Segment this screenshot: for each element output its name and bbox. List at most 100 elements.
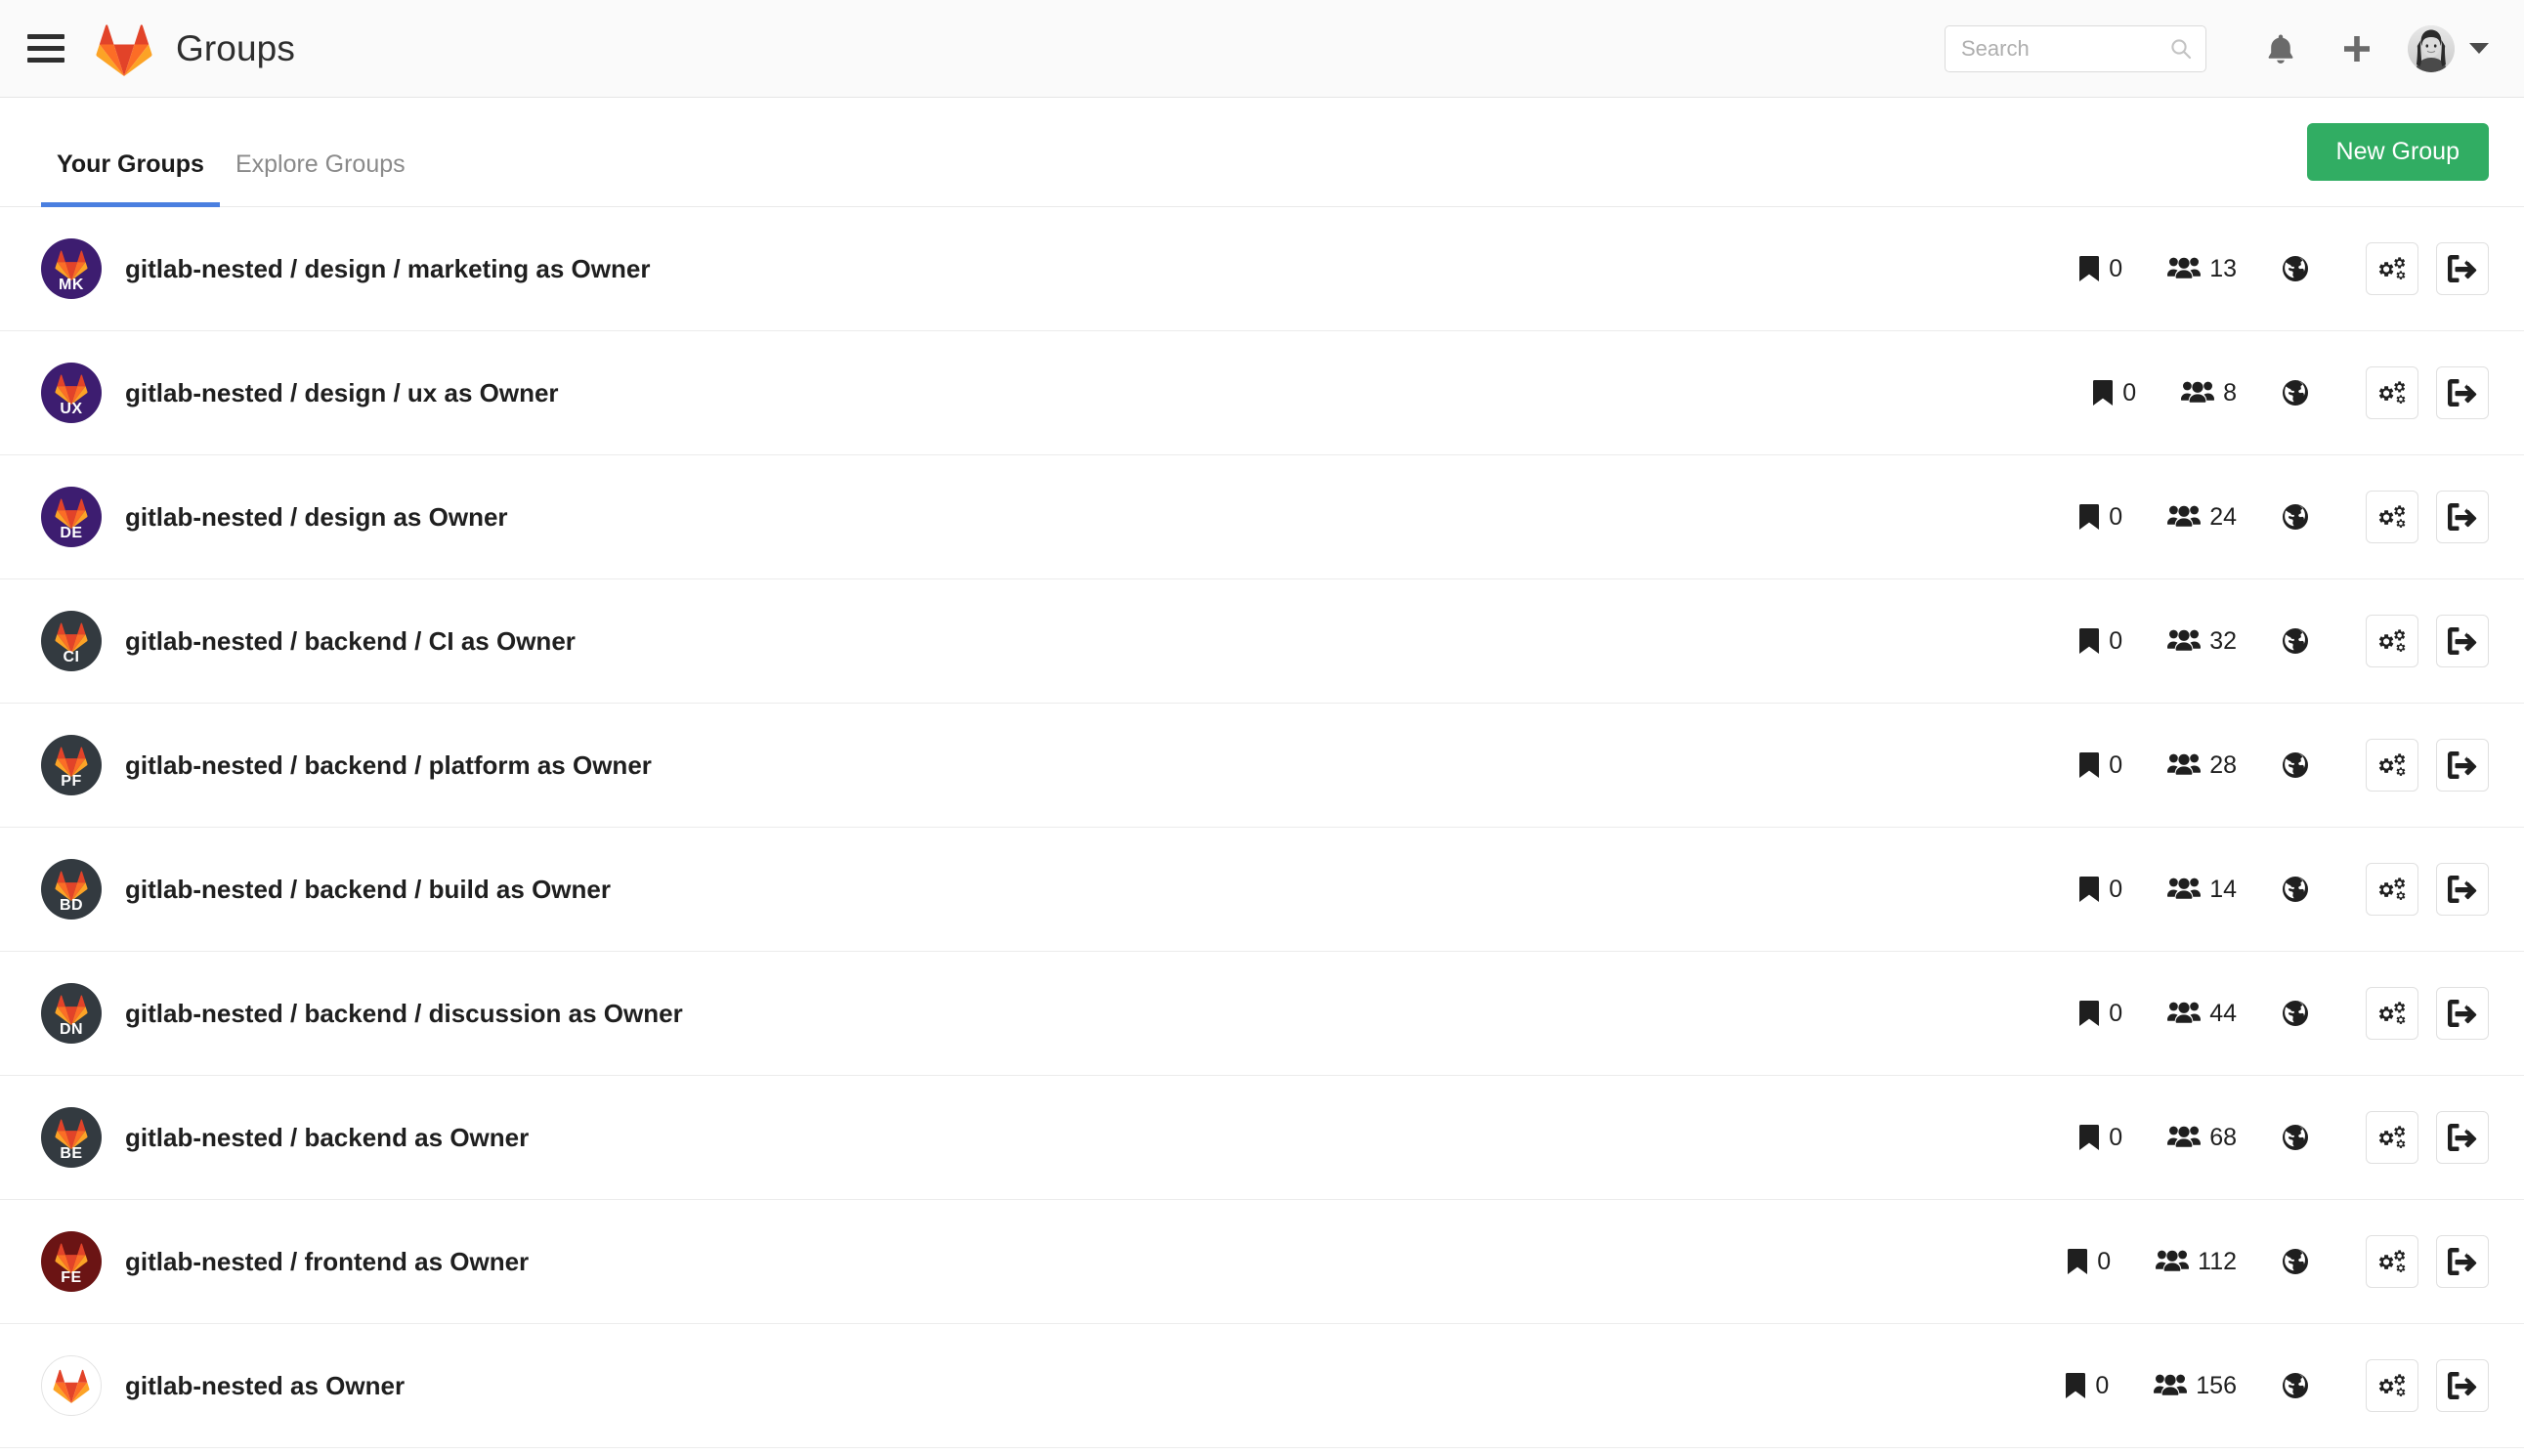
group-avatar[interactable]: PF: [41, 735, 102, 795]
group-avatar-initials: MK: [41, 278, 102, 293]
bell-icon: [2266, 32, 2295, 65]
leave-group-button[interactable]: [2436, 1235, 2489, 1288]
projects-count: 0: [2078, 503, 2122, 532]
visibility-indicator: [2282, 1372, 2309, 1399]
group-avatar[interactable]: FE: [41, 1231, 102, 1292]
group-row[interactable]: FE gitlab-nested / frontend as Owner 0112: [0, 1200, 2524, 1324]
hamburger-menu-icon[interactable]: [27, 27, 70, 70]
leave-group-button[interactable]: [2436, 1359, 2489, 1412]
users-icon: [2181, 380, 2214, 406]
globe-icon: [2282, 255, 2309, 282]
group-name-link[interactable]: gitlab-nested / frontend as Owner: [125, 1247, 529, 1277]
group-row[interactable]: BD gitlab-nested / backend / build as Own…: [0, 828, 2524, 952]
group-settings-button[interactable]: [2366, 491, 2418, 543]
group-avatar[interactable]: DE: [41, 487, 102, 547]
group-name-link[interactable]: gitlab-nested / design / ux as Owner: [125, 378, 559, 408]
group-row[interactable]: CIgitlab-nested / backend / CI as Owner0…: [0, 579, 2524, 704]
group-name-link[interactable]: gitlab-nested / backend / build as Owner: [125, 875, 611, 905]
chevron-down-icon: [2469, 43, 2489, 54]
tab-explore-groups[interactable]: Explore Groups: [220, 150, 421, 206]
group-name-link[interactable]: gitlab-nested / design / marketing as Ow…: [125, 254, 650, 284]
group-row[interactable]: PF gitlab-nested / backend / platform as …: [0, 704, 2524, 828]
navbar-left: Groups: [27, 21, 295, 77]
cogs-icon: [2376, 255, 2408, 282]
globe-icon: [2282, 503, 2309, 531]
group-avatar[interactable]: MK: [41, 238, 102, 299]
user-menu[interactable]: [2408, 25, 2489, 72]
sign-out-icon: [2448, 1124, 2477, 1151]
members-count: 24: [2167, 503, 2237, 532]
leave-group-button[interactable]: [2436, 987, 2489, 1040]
group-row[interactable]: DE gitlab-nested / design as Owner 0 24: [0, 455, 2524, 579]
group-row[interactable]: UXgitlab-nested / design / ux as Owner08: [0, 331, 2524, 455]
group-name-link[interactable]: gitlab-nested as Owner: [125, 1371, 405, 1401]
group-meta: 0112: [2067, 1235, 2489, 1288]
group-name-link[interactable]: gitlab-nested / design as Owner: [125, 502, 508, 533]
group-settings-button[interactable]: [2366, 242, 2418, 295]
avatar: [2408, 25, 2455, 72]
group-avatar[interactable]: BE: [41, 1107, 102, 1168]
group-settings-button[interactable]: [2366, 1235, 2418, 1288]
group-row[interactable]: DN gitlab-nested / backend / discussion a…: [0, 952, 2524, 1076]
group-settings-button[interactable]: [2366, 739, 2418, 792]
group-name-link[interactable]: gitlab-nested / backend / discussion as …: [125, 999, 683, 1029]
notifications-button[interactable]: [2255, 23, 2306, 74]
group-avatar-initials: PF: [41, 774, 102, 790]
members-count-value: 68: [2209, 1124, 2237, 1152]
group-settings-button[interactable]: [2366, 615, 2418, 667]
users-icon: [2167, 1125, 2201, 1150]
group-settings-button[interactable]: [2366, 366, 2418, 419]
group-settings-button[interactable]: [2366, 863, 2418, 916]
group-avatar[interactable]: [41, 1355, 102, 1416]
group-name-link[interactable]: gitlab-nested / backend / CI as Owner: [125, 626, 576, 657]
search-input[interactable]: [1945, 25, 2206, 72]
cogs-icon: [2376, 1124, 2408, 1151]
leave-group-button[interactable]: [2436, 242, 2489, 295]
leave-group-button[interactable]: [2436, 1111, 2489, 1164]
sign-out-icon: [2448, 503, 2477, 531]
leave-group-button[interactable]: [2436, 491, 2489, 543]
visibility-indicator: [2282, 627, 2309, 655]
projects-count: 0: [2092, 379, 2136, 407]
group-name-link[interactable]: gitlab-nested / backend / platform as Ow…: [125, 750, 652, 781]
group-avatar[interactable]: UX: [41, 363, 102, 423]
group-row[interactable]: gitlab-nested as Owner0156: [0, 1324, 2524, 1448]
users-icon: [2167, 877, 2201, 902]
bookmark-icon: [2078, 627, 2100, 655]
group-avatar-initials: FE: [41, 1270, 102, 1286]
leave-group-button[interactable]: [2436, 739, 2489, 792]
gitlab-logo-icon[interactable]: [94, 21, 154, 77]
search-box[interactable]: [1945, 25, 2206, 72]
projects-count: 0: [2065, 1372, 2109, 1400]
sign-out-icon: [2448, 751, 2477, 779]
new-group-button[interactable]: New Group: [2307, 123, 2489, 181]
group-avatar[interactable]: DN: [41, 983, 102, 1044]
visibility-indicator: [2282, 1000, 2309, 1027]
projects-count: 0: [2078, 255, 2122, 283]
users-icon: [2156, 1249, 2189, 1274]
group-settings-button[interactable]: [2366, 1359, 2418, 1412]
group-avatar[interactable]: BD: [41, 859, 102, 920]
group-name-link[interactable]: gitlab-nested / backend as Owner: [125, 1123, 529, 1153]
sign-out-icon: [2448, 255, 2477, 282]
cogs-icon: [2376, 751, 2408, 779]
leave-group-button[interactable]: [2436, 863, 2489, 916]
group-settings-button[interactable]: [2366, 1111, 2418, 1164]
group-avatar[interactable]: CI: [41, 611, 102, 671]
group-row[interactable]: MK gitlab-nested / design / marketing as …: [0, 207, 2524, 331]
leave-group-button[interactable]: [2436, 366, 2489, 419]
bookmark-icon: [2092, 379, 2114, 407]
members-count-value: 44: [2209, 1000, 2237, 1028]
bookmark-icon: [2078, 876, 2100, 903]
bookmark-icon: [2067, 1248, 2088, 1275]
group-row[interactable]: BE gitlab-nested / backend as Owner 0 68: [0, 1076, 2524, 1200]
group-settings-button[interactable]: [2366, 987, 2418, 1040]
leave-group-button[interactable]: [2436, 615, 2489, 667]
members-count-value: 13: [2209, 255, 2237, 283]
projects-count-value: 0: [2122, 379, 2136, 407]
create-new-button[interactable]: [2331, 23, 2382, 74]
members-count: 13: [2167, 255, 2237, 283]
projects-count: 0: [2078, 1124, 2122, 1152]
members-count-value: 24: [2209, 503, 2237, 532]
tab-your-groups[interactable]: Your Groups: [41, 150, 220, 206]
